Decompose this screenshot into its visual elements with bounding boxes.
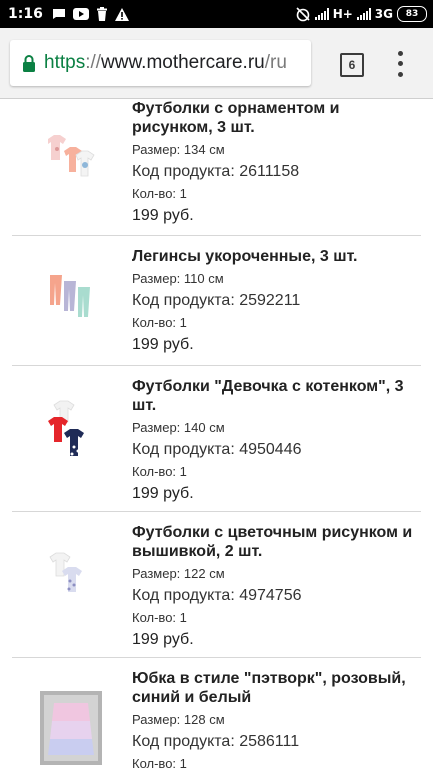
tab-count: 6: [348, 58, 356, 72]
product-title[interactable]: Футболки "Девочка с котенком", 3 шт.: [132, 377, 422, 415]
product-image-tshirts-ornament: [48, 135, 95, 177]
product-price: 199 руб.: [132, 207, 194, 224]
battery-level: 83: [405, 8, 419, 19]
product-quantity: Кол-во: 1: [132, 756, 187, 770]
trash-icon: [96, 7, 108, 21]
status-time: 1:16: [8, 6, 43, 22]
url-text: https://www.mothercare.ru/ru: [44, 52, 287, 74]
product-title[interactable]: Легинсы укороченные, 3 шт.: [132, 247, 422, 266]
list-item: Футболки с орнаментом и рисунком, 3 шт. …: [12, 99, 421, 236]
product-quantity: Кол-во: 1: [132, 464, 187, 479]
signal-icon-2: [356, 8, 371, 20]
battery-icon: 83: [397, 6, 427, 22]
list-item: Футболки с цветочным рисунком и вышивкой…: [12, 523, 421, 658]
menu-dot: [397, 50, 403, 56]
product-title[interactable]: Юбка в стиле "пэтворк", розовый, синий и…: [132, 669, 422, 707]
product-image-leggings: [50, 275, 90, 317]
product-info: Футболки с цветочным рисунком и вышивкой…: [132, 523, 422, 650]
product-code: Код продукта: 2611158: [132, 163, 300, 180]
product-quantity: Кол-во: 1: [132, 186, 187, 201]
list-item: Легинсы укороченные, 3 шт. Размер: 110 с…: [12, 247, 421, 366]
product-info: Футболки с орнаментом и рисунком, 3 шт. …: [132, 99, 422, 226]
overflow-menu-button[interactable]: [390, 48, 410, 80]
address-bar[interactable]: https://www.mothercare.ru/ru: [10, 40, 311, 86]
menu-dot: [397, 61, 403, 67]
message-icon: [52, 8, 66, 20]
signal-icon: [314, 8, 329, 20]
url-scheme: https: [44, 52, 86, 73]
warning-icon: [114, 7, 129, 21]
url-separator: ://: [85, 52, 102, 73]
product-info: Легинсы укороченные, 3 шт. Размер: 110 с…: [132, 247, 422, 355]
list-item: Футболки "Девочка с котенком", 3 шт. Раз…: [12, 377, 421, 512]
tab-switcher-button[interactable]: 6: [340, 53, 364, 77]
status-left: 1:16: [0, 6, 129, 22]
product-code: Код продукта: 4950446: [132, 441, 302, 458]
network-type-2: 3G: [374, 7, 393, 21]
product-quantity: Кол-во: 1: [132, 610, 187, 625]
product-price: 199 руб.: [132, 631, 194, 648]
product-image-patchwork-skirt: [40, 691, 102, 765]
status-bar: 1:16 H+ 3G 83: [0, 0, 433, 28]
url-host: www.mothercare.ru: [101, 52, 265, 73]
product-size: Размер: 140 см: [132, 420, 225, 435]
network-type: H+: [332, 7, 353, 21]
browser-toolbar: https://www.mothercare.ru/ru 6: [0, 28, 433, 99]
product-code: Код продукта: 4974756: [132, 587, 302, 604]
product-info: Юбка в стиле "пэтворк", розовый, синий и…: [132, 669, 422, 770]
product-title[interactable]: Футболки с цветочным рисунком и вышивкой…: [132, 523, 422, 561]
product-size: Размер: 122 см: [132, 566, 225, 581]
product-title[interactable]: Футболки с орнаментом и рисунком, 3 шт.: [132, 99, 422, 137]
product-code: Код продукта: 2586111: [132, 733, 300, 750]
url-path: /ru: [264, 52, 287, 73]
product-size: Размер: 110 см: [132, 271, 224, 286]
menu-dot: [397, 72, 403, 78]
product-size: Размер: 128 см: [132, 712, 225, 727]
youtube-icon: [72, 8, 89, 20]
order-items-list: Футболки с орнаментом и рисунком, 3 шт. …: [0, 99, 433, 770]
product-price: 199 руб.: [132, 336, 194, 353]
product-image-floral-tshirts: [49, 552, 82, 592]
product-info: Футболки "Девочка с котенком", 3 шт. Раз…: [132, 377, 422, 504]
product-price: 199 руб.: [132, 485, 194, 502]
product-size: Размер: 134 см: [132, 142, 225, 157]
lock-icon: [22, 54, 36, 72]
status-right: H+ 3G 83: [295, 6, 433, 22]
list-item: Юбка в стиле "пэтворк", розовый, синий и…: [12, 669, 421, 770]
product-code: Код продукта: 2592211: [132, 292, 301, 309]
product-quantity: Кол-во: 1: [132, 315, 187, 330]
alarm-off-icon: [295, 6, 311, 22]
product-image-girl-cat-tshirts: [48, 400, 84, 456]
